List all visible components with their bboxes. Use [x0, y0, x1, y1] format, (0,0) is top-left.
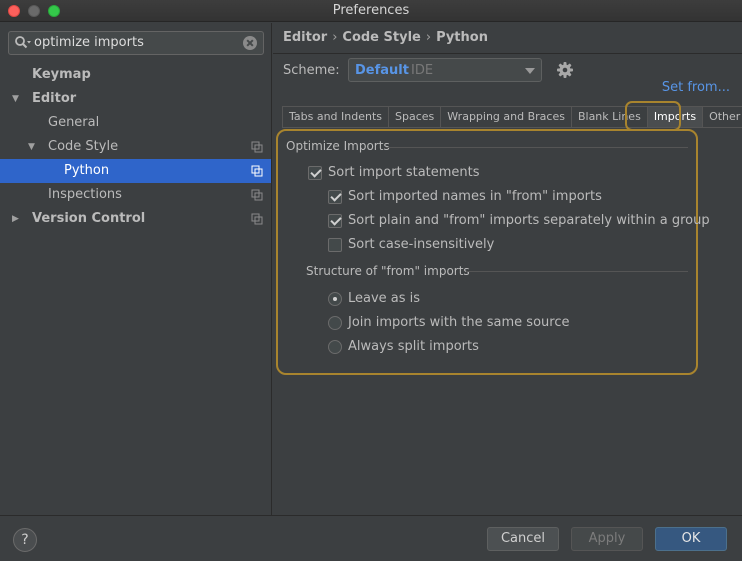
dialog-footer: ? Cancel Apply OK: [0, 515, 742, 561]
cancel-button[interactable]: Cancel: [487, 527, 559, 551]
sidebar-item-label: Inspections: [48, 187, 122, 202]
copy-settings-icon: [251, 165, 263, 177]
sort-import-statements-label: Sort import statements: [328, 165, 480, 180]
sort-case-insensitively-checkbox[interactable]: [328, 238, 342, 252]
sidebar-item-label: Keymap: [32, 67, 91, 82]
scheme-label: Scheme:: [283, 63, 340, 78]
tab-spaces[interactable]: Spaces: [388, 106, 441, 128]
sidebar-item-version-control[interactable]: ▶ Version Control: [0, 207, 271, 231]
settings-search[interactable]: optimize imports: [8, 31, 264, 55]
breadcrumb-editor: Editor: [283, 30, 328, 45]
always-split-radio[interactable]: [328, 340, 342, 354]
sidebar-item-code-style[interactable]: ▼ Code Style: [0, 135, 271, 159]
tab-wrapping-and-braces[interactable]: Wrapping and Braces: [440, 106, 571, 128]
expanded-arrow-icon[interactable]: ▼: [12, 87, 22, 111]
search-input[interactable]: optimize imports: [34, 35, 144, 50]
scheme-value: Default: [355, 63, 409, 78]
leave-as-is-radio[interactable]: [328, 292, 342, 306]
leave-as-is-label: Leave as is: [348, 291, 421, 306]
settings-tree: Keymap ▼ Editor General ▼ Code Style Python Ins…: [0, 63, 271, 231]
sort-imported-names-label: Sort imported names in "from" imports: [348, 189, 602, 204]
sort-imported-names-checkbox[interactable]: [328, 190, 342, 204]
settings-sidebar: optimize imports Keymap ▼ Editor General ▼ Co…: [0, 23, 272, 515]
breadcrumb-python: Python: [436, 30, 488, 45]
apply-button[interactable]: Apply: [571, 527, 643, 551]
sort-plain-from-checkbox[interactable]: [328, 214, 342, 228]
sort-case-insensitively-label: Sort case-insensitively: [348, 237, 495, 252]
optimize-imports-title: Optimize Imports: [286, 139, 390, 153]
sidebar-item-label: General: [48, 115, 100, 130]
breadcrumb: Editor › Code Style › Python: [283, 30, 488, 45]
sort-plain-from-label: Sort plain and "from" imports separately…: [348, 213, 710, 228]
scheme-type: IDE: [411, 63, 434, 78]
tab-tabs-and-indents[interactable]: Tabs and Indents: [282, 106, 389, 128]
sidebar-item-inspections[interactable]: Inspections: [0, 183, 271, 207]
section-divider: [386, 147, 688, 148]
sidebar-item-label: Editor: [32, 91, 77, 106]
structure-from-imports-title: Structure of "from" imports: [306, 264, 470, 278]
join-imports-radio[interactable]: [328, 316, 342, 330]
settings-content: Editor › Code Style › Python Scheme: Default…: [273, 23, 742, 515]
breadcrumb-separator: ›: [425, 30, 432, 45]
join-imports-label: Join imports with the same source: [348, 315, 570, 330]
tab-other[interactable]: Other: [702, 106, 742, 128]
tab-imports[interactable]: Imports: [646, 106, 703, 128]
scheme-select[interactable]: Default IDE: [348, 58, 542, 82]
copy-settings-icon: [251, 141, 263, 153]
always-split-label: Always split imports: [348, 339, 479, 354]
sidebar-item-label: Version Control: [32, 211, 146, 226]
code-style-tabs: Tabs and Indents Spaces Wrapping and Brace…: [282, 106, 742, 128]
help-button[interactable]: ?: [13, 528, 37, 552]
sidebar-item-general[interactable]: General: [0, 111, 271, 135]
tab-blank-lines[interactable]: Blank Lines: [570, 106, 647, 128]
copy-settings-icon: [251, 189, 263, 201]
gear-icon[interactable]: [556, 61, 574, 79]
set-from-link[interactable]: Set from...: [662, 80, 730, 95]
clear-search-icon[interactable]: [243, 36, 257, 50]
expanded-arrow-icon[interactable]: ▼: [28, 135, 38, 159]
sidebar-item-label: Code Style: [48, 139, 119, 154]
breadcrumb-divider: [273, 53, 742, 54]
sidebar-item-label: Python: [64, 163, 110, 178]
sort-import-statements-checkbox[interactable]: [308, 166, 322, 180]
window-title: Preferences: [332, 3, 410, 18]
sidebar-item-keymap[interactable]: Keymap: [0, 63, 271, 87]
title-bar: Preferences: [0, 0, 742, 22]
sidebar-item-editor[interactable]: ▼ Editor: [0, 87, 271, 111]
sidebar-item-python[interactable]: Python: [0, 159, 271, 183]
section-divider: [466, 271, 688, 272]
breadcrumb-separator: ›: [332, 30, 338, 45]
chevron-down-icon: [525, 68, 535, 74]
breadcrumb-code-style: Code Style: [342, 30, 421, 45]
copy-settings-icon: [251, 213, 263, 225]
ok-button[interactable]: OK: [655, 527, 727, 551]
collapsed-arrow-icon[interactable]: ▶: [12, 207, 22, 231]
search-icon[interactable]: [14, 35, 32, 51]
imports-panel: Optimize Imports Sort import statements …: [276, 129, 710, 375]
